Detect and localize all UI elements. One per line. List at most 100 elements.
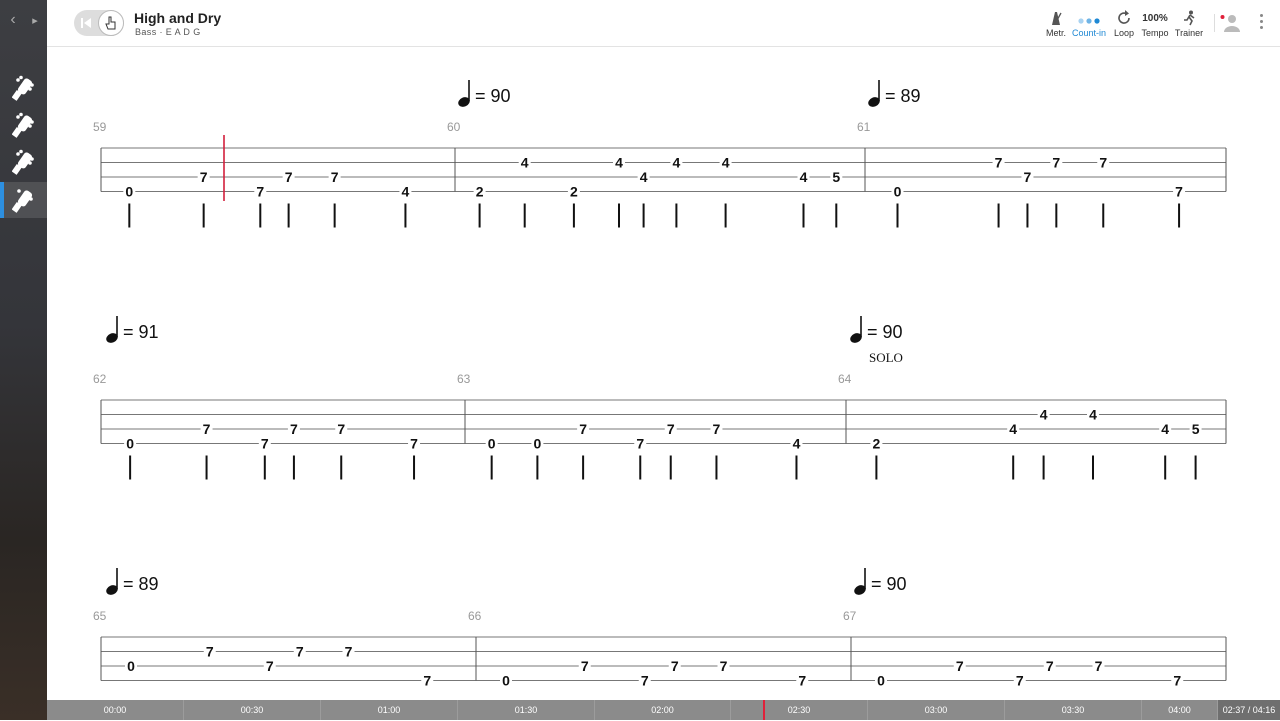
song-title: High and Dry	[134, 10, 222, 26]
fret-number: 7	[713, 421, 721, 437]
timeline-tick: 03:30	[1005, 700, 1142, 720]
fret-number: 7	[296, 644, 304, 660]
metronome-button[interactable]: Metr.	[1038, 8, 1074, 38]
timeline-tick: 02:00	[595, 700, 731, 720]
rewind-icon[interactable]	[80, 16, 92, 30]
measure-number: 61	[857, 120, 871, 134]
fret-number: 2	[476, 184, 484, 200]
fret-number: 7	[995, 155, 1003, 171]
fret-number: 7	[1175, 184, 1183, 200]
fret-number: 2	[873, 436, 881, 452]
fret-number: 4	[521, 155, 529, 171]
track-guitar-3[interactable]	[0, 144, 47, 180]
section-label: SOLO	[869, 350, 903, 365]
sidebar-nav: ‹ ▸	[6, 10, 42, 30]
loop-icon	[1118, 10, 1130, 24]
timeline-tick: 00:30	[184, 700, 321, 720]
fret-number: 0	[126, 436, 134, 452]
playback-controls	[74, 10, 124, 36]
fret-number: 7	[200, 169, 208, 185]
metronome-icon	[1052, 12, 1062, 25]
chevron-left-icon[interactable]: ‹	[6, 10, 20, 30]
more-menu-icon[interactable]	[1260, 14, 1264, 32]
header-divider	[1214, 14, 1215, 32]
guitar-headstock-icon	[11, 75, 34, 101]
fret-number: 0	[894, 184, 902, 200]
play-button[interactable]	[98, 10, 124, 36]
fret-number: 7	[1046, 658, 1054, 674]
tempo-marking: = 91	[123, 322, 159, 342]
tempo-marking: = 90	[475, 86, 511, 106]
tempo-marking: = 89	[123, 574, 159, 594]
track-bass[interactable]	[0, 182, 47, 218]
fret-number: 0	[502, 673, 510, 689]
measure-number: 66	[468, 609, 482, 623]
fret-number: 4	[722, 155, 730, 171]
fret-number: 7	[667, 421, 675, 437]
track-sidebar: ‹ ▸	[0, 0, 47, 720]
tempo-marking: = 90	[867, 322, 903, 342]
fret-number: 4	[1009, 421, 1017, 437]
count-in-button[interactable]: Count-in	[1071, 8, 1107, 38]
fret-number: 7	[266, 658, 274, 674]
fret-number: 7	[579, 421, 587, 437]
fret-number: 0	[877, 673, 885, 689]
timeline-tick: 03:00	[868, 700, 1005, 720]
fret-number: 7	[423, 673, 431, 689]
fret-number: 7	[641, 673, 649, 689]
track-guitar-2[interactable]	[0, 107, 47, 143]
fret-number: 7	[410, 436, 418, 452]
measure-number: 64	[838, 372, 852, 386]
count-in-icon	[1078, 18, 1100, 24]
measure-number: 67	[843, 609, 857, 623]
user-avatar-icon[interactable]	[1220, 13, 1242, 33]
fret-number: 4	[800, 169, 808, 185]
fret-number: 4	[673, 155, 681, 171]
fret-number: 0	[488, 436, 496, 452]
measure-number: 60	[447, 120, 461, 134]
fret-number: 4	[1089, 407, 1097, 423]
fret-number: 7	[256, 184, 264, 200]
timeline-tick: 04:00	[1142, 700, 1218, 720]
fret-number: 7	[581, 658, 589, 674]
fret-number: 7	[671, 658, 679, 674]
fret-number: 7	[206, 644, 214, 660]
track-info: Bass · E A D G	[135, 27, 201, 37]
fret-number: 5	[1192, 421, 1200, 437]
fret-number: 4	[615, 155, 623, 171]
tempo-marking: = 89	[885, 86, 921, 106]
fret-number: 7	[203, 421, 211, 437]
trainer-icon	[1184, 10, 1195, 26]
measure-number: 62	[93, 372, 107, 386]
fret-number: 4	[793, 436, 801, 452]
play-panel-icon[interactable]: ▸	[28, 10, 42, 30]
fret-number: 7	[261, 436, 269, 452]
guitar-headstock-icon	[11, 149, 34, 175]
tablature-score: 59 0 7 7 7 7 4 60 2 4 2 4 4 4 4 4 5 61 0 7 7 7 7 7 = 90 = 89 62 0 7 7…	[93, 80, 1227, 689]
timeline-playhead[interactable]	[763, 700, 765, 720]
fret-number: 7	[1052, 155, 1060, 171]
time-display: 02:37 / 04:16	[1218, 700, 1280, 720]
fret-number: 7	[720, 658, 728, 674]
trainer-button[interactable]: Trainer	[1171, 8, 1207, 38]
fret-number: 7	[290, 421, 298, 437]
fret-number: 7	[1016, 673, 1024, 689]
tempo-button[interactable]: 100% Tempo	[1137, 8, 1173, 38]
fret-number: 7	[1024, 169, 1032, 185]
fret-number: 5	[832, 169, 840, 185]
fret-number: 4	[1161, 421, 1169, 437]
track-guitar-1[interactable]	[0, 70, 47, 106]
fret-number: 0	[125, 184, 133, 200]
timeline-bar[interactable]: 00:00 00:30 01:00 01:30 02:00 02:30 03:0…	[47, 700, 1280, 720]
fret-number: 4	[1040, 407, 1048, 423]
fret-number: 7	[636, 436, 644, 452]
fret-number: 7	[337, 421, 345, 437]
fret-number: 7	[1095, 658, 1103, 674]
tempo-marking: = 90	[871, 574, 907, 594]
fret-number: 4	[402, 184, 410, 200]
fret-number: 7	[331, 169, 339, 185]
tempo-value: 100%	[1142, 13, 1168, 24]
fret-number: 7	[345, 644, 353, 660]
bass-headstock-icon	[11, 189, 33, 213]
fret-number: 0	[533, 436, 541, 452]
